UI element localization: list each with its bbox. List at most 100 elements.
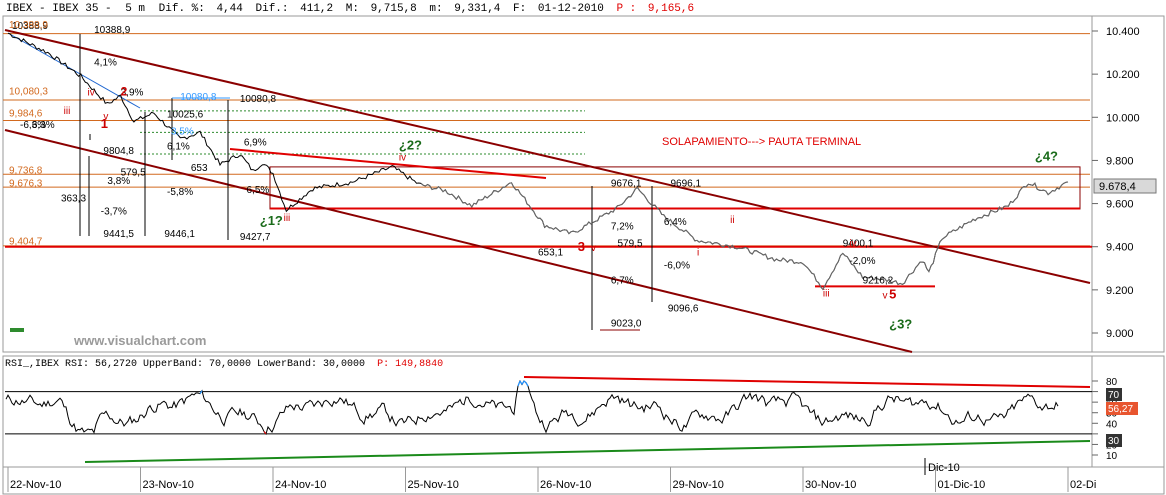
rsi-panel-frame — [2, 355, 1093, 468]
price-label-19: 9446,1 — [164, 229, 195, 240]
rsi-tick-label-7: 10 — [1106, 451, 1118, 462]
price-label-20: 9427,7 — [240, 232, 271, 243]
price-label-34: 9216,2 — [863, 275, 894, 286]
header-date: 01-12-2010 — [538, 3, 604, 15]
watermark: www.visualchart.com — [73, 333, 206, 348]
price-label-22: 9676,1 — [611, 178, 642, 189]
wave-sublabel-3: iii — [284, 213, 291, 224]
wave-sublabel-2: iv — [88, 88, 95, 99]
y-tick-label-1: 10.200 — [1106, 69, 1140, 81]
wave-sublabel-0: v — [103, 111, 108, 122]
pct-axis-label-0: -6,3% — [20, 120, 46, 131]
header-m-label: M: — [346, 3, 359, 15]
price-label-28: -6,0% — [664, 260, 690, 271]
current-price-badge: 9.678,4 — [1099, 181, 1136, 193]
y-tick-label-6: 9.200 — [1106, 285, 1134, 297]
rsi-tick-label-0: 80 — [1106, 377, 1118, 388]
price-label-7: 3,5% — [171, 127, 194, 138]
header-price: 9,165,6 — [648, 3, 694, 15]
price-label-14: 363,3 — [61, 193, 86, 204]
wave-sublabel-8: iii — [823, 288, 830, 299]
price-label-21: 653 — [191, 163, 208, 174]
rsi-value-badge: 56,27 — [1108, 404, 1133, 415]
fib-axis-label-5: 9,404,7 — [9, 237, 43, 248]
price-label-32: 9400,1 — [843, 239, 874, 250]
rsi-lower-badge: 30 — [1108, 436, 1120, 447]
fib-axis-label-1: 10,080,3 — [9, 87, 48, 98]
main-panel-frame — [2, 15, 1093, 353]
price-label-16: 6,5% — [247, 185, 270, 196]
rsi-header-p: P: 149,8840 — [377, 359, 443, 370]
price-label-24: 6,4% — [664, 217, 687, 228]
chart-header: IBEX - IBEX 35 - 5 m Dif. %: 4,44 Dif.: … — [6, 3, 694, 15]
price-label-29: 6,7% — [611, 275, 634, 286]
price-label-23: 9696,1 — [671, 178, 702, 189]
wave-label-1: 2 — [121, 85, 128, 99]
header-f-label: F: — [513, 3, 526, 15]
wave-sublabel-6: i — [697, 247, 699, 258]
fib-axis-label-2: 9,984,6 — [9, 108, 43, 119]
price-label-13: 3,8% — [107, 176, 130, 187]
x-tick-label-2: 24-Nov-10 — [275, 479, 326, 491]
price-label-27: 653,1 — [538, 247, 563, 258]
price-label-6: 10025,6 — [167, 109, 204, 120]
header-symbol: IBEX - IBEX 35 - — [6, 3, 112, 15]
wave-label-3: ¿2? — [399, 138, 422, 153]
wave-label-2: ¿1? — [260, 213, 283, 228]
header-dif-pct: 4,44 — [216, 3, 243, 15]
wave-sublabel-10: v — [883, 290, 888, 301]
wave-label-4: 3 — [578, 239, 585, 254]
wave-label-6: ¿3? — [889, 317, 912, 332]
price-label-31: 9023,0 — [611, 319, 642, 330]
chart-canvas: 10388,9 10388,94,1%3,9% 10080,8 10080,81002… — [2, 3, 1165, 495]
x-tick-label-0: 22-Nov-10 — [10, 479, 61, 491]
y-tick-label-2: 10.000 — [1106, 112, 1140, 124]
price-label-11: 9804,8 — [103, 146, 134, 157]
watermark-logo — [10, 328, 24, 332]
y-tick-label-5: 9.400 — [1106, 242, 1134, 254]
price-label-26: 579,5 — [618, 239, 643, 250]
price-label-2: 4,1% — [94, 58, 117, 69]
rsi-header-text: RSI_,IBEX RSI: 56,2720 UpperBand: 70,000… — [5, 358, 365, 370]
rsi-header: RSI_,IBEX RSI: 56,2720 UpperBand: 70,000… — [5, 358, 443, 370]
header-dif-label: Dif. %: — [159, 3, 205, 15]
price-label-15: -5,8% — [167, 187, 193, 198]
x-tick-label-8: 02-Di — [1070, 479, 1096, 491]
fib-axis-label-4: 9,676,3 — [9, 178, 43, 189]
wave-sublabel-9: iv — [849, 239, 856, 250]
rsi-upper-badge: 70 — [1108, 390, 1120, 401]
x-tick-label-5: 29-Nov-10 — [673, 479, 724, 491]
header-m2-label: m: — [429, 3, 442, 15]
wave-label-5: 5 — [889, 286, 896, 301]
month-marker-label: Dic-10 — [928, 462, 960, 474]
price-label-17: -3,7% — [101, 206, 127, 217]
y-tick-label-7: 9.000 — [1106, 328, 1134, 340]
wave-sublabel-1: iii — [64, 106, 71, 117]
y-tick-label-4: 9.600 — [1106, 199, 1134, 211]
price-label-18: 9441,5 — [103, 229, 134, 240]
price-label-30: 9096,6 — [668, 303, 699, 314]
price-label-25: 7,2% — [611, 221, 634, 232]
header-dif-abs: 411,2 — [300, 3, 333, 15]
price-label-5: 10080,8 — [240, 94, 277, 105]
y-tick-label-0: 10.400 — [1106, 26, 1140, 38]
rsi-tick-label-4: 40 — [1106, 419, 1118, 430]
wave-sublabel-4: iv — [399, 152, 406, 163]
price-label-9: 6,9% — [244, 137, 267, 148]
header-p-label: P : — [616, 3, 636, 15]
header-interval: 5 m — [125, 3, 145, 15]
wave-label-7: ¿4? — [1035, 148, 1058, 163]
price-label-33: -2,0% — [849, 256, 875, 267]
price-label-1: 10388,9 — [94, 25, 131, 36]
fib-axis-label-3: 9,736,8 — [9, 165, 43, 176]
x-tick-label-4: 26-Nov-10 — [540, 479, 591, 491]
price-label-8: 6,1% — [167, 142, 190, 153]
wave-sublabel-5: v — [591, 243, 596, 254]
annotation-title: SOLAPAMIENTO---> PAUTA TERMINAL — [662, 136, 861, 148]
header-dif-abs-label: Dif.: — [256, 3, 289, 15]
x-tick-label-6: 30-Nov-10 — [805, 479, 856, 491]
y-tick-label-3: 9.800 — [1106, 155, 1134, 167]
x-tick-label-7: 01-Dic-10 — [938, 479, 986, 491]
wave-sublabel-7: ii — [730, 215, 734, 226]
fib-axis-label-0: 10,388,9 — [9, 20, 48, 31]
